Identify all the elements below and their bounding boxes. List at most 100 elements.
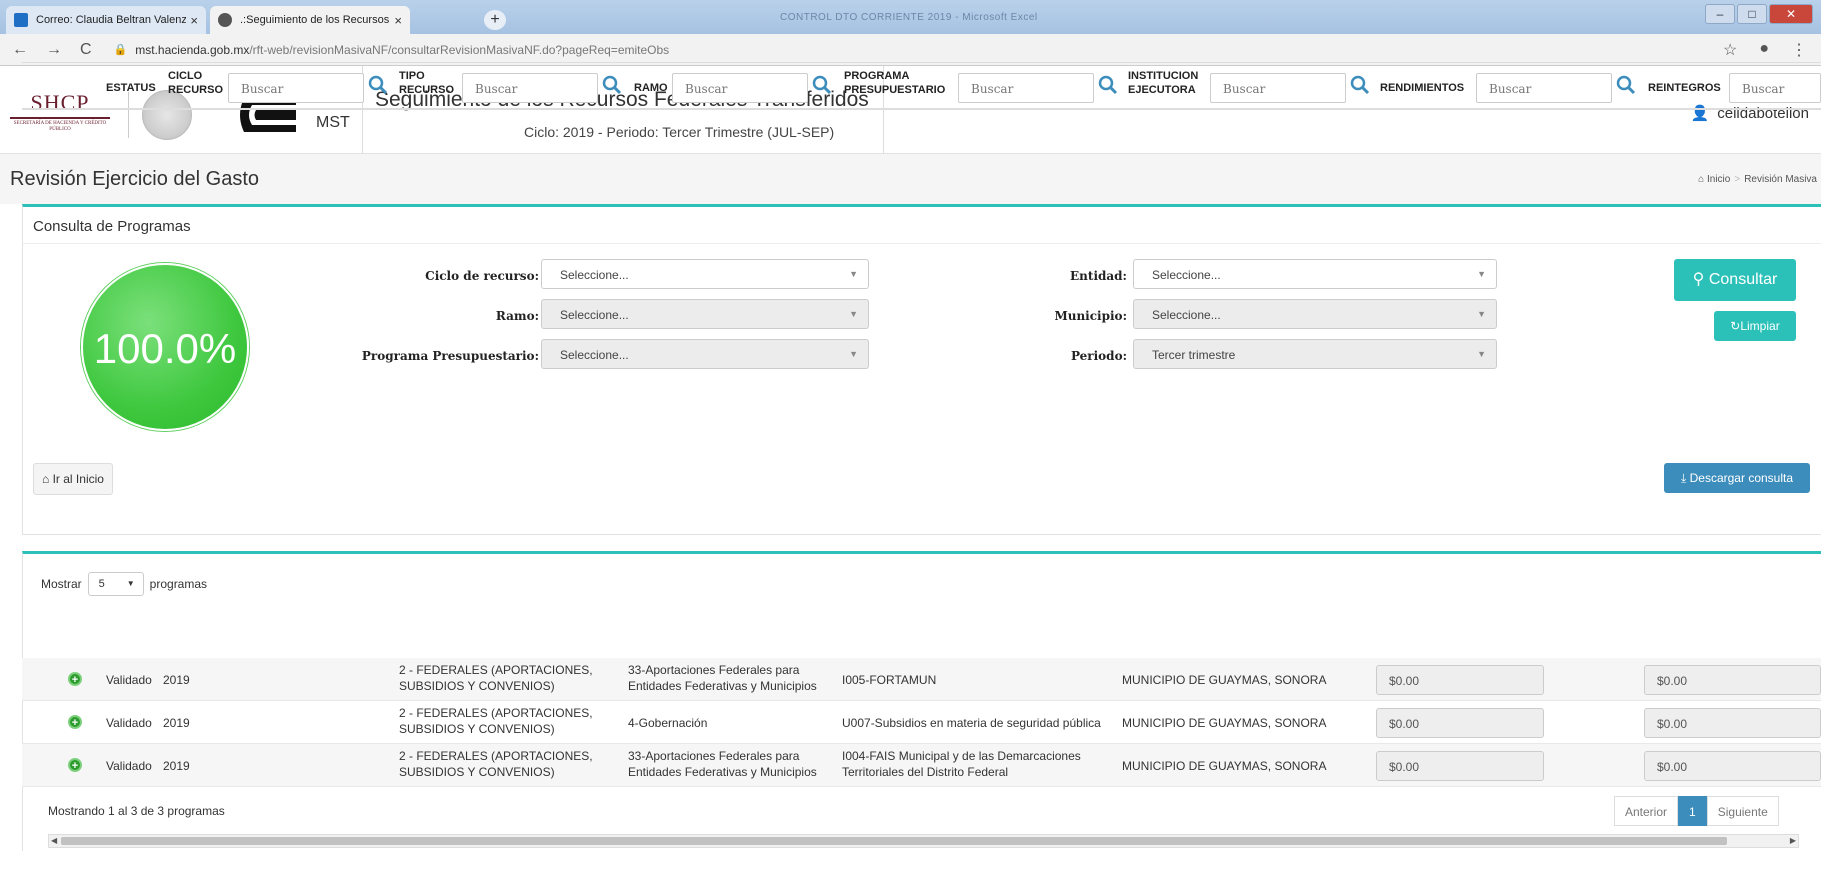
pager-next[interactable]: Siguiente bbox=[1706, 796, 1779, 826]
close-window-icon[interactable]: ✕ bbox=[1769, 4, 1813, 24]
rendimientos-input[interactable]: $0.00 bbox=[1376, 665, 1544, 695]
header-ramo[interactable]: RAMO bbox=[634, 81, 668, 95]
chevron-down-icon: ▼ bbox=[1477, 349, 1486, 359]
ramo-select[interactable]: Seleccione... ▼ bbox=[541, 299, 869, 329]
scroll-right-icon[interactable]: ▶ bbox=[1790, 835, 1796, 847]
search-icon[interactable] bbox=[602, 75, 622, 95]
pager-prev[interactable]: Anterior bbox=[1614, 796, 1679, 826]
cell-ramo-line1: 33-Aportaciones Federales para bbox=[628, 749, 800, 763]
close-icon[interactable]: × bbox=[190, 13, 198, 28]
cell-institucion: MUNICIPIO DE GUAYMAS, SONORA bbox=[1122, 716, 1327, 730]
programa-select[interactable]: Seleccione... ▼ bbox=[541, 339, 869, 369]
cell-tipo-line2: SUBSIDIOS Y CONVENIOS) bbox=[399, 679, 555, 693]
cell-ramo: 33-Aportaciones Federales para Entidades … bbox=[628, 748, 817, 780]
cell-programa-line1: I004-FAIS Municipal y de las Demarcacion… bbox=[842, 749, 1081, 763]
star-icon[interactable]: ☆ bbox=[1723, 40, 1737, 60]
descargar-button[interactable]: ⤓ Descargar consulta bbox=[1664, 463, 1810, 493]
header-reintegros[interactable]: REINTEGROS bbox=[1648, 81, 1721, 95]
page-size-select[interactable]: 5 ▼ bbox=[87, 572, 144, 596]
institucion-search-input[interactable]: Buscar bbox=[1210, 73, 1346, 103]
cell-ramo: 4-Gobernación bbox=[628, 716, 708, 730]
page-title: Revisión Ejercicio del Gasto bbox=[10, 168, 259, 190]
page-size-value: 5 bbox=[98, 578, 105, 590]
tab-seguimiento[interactable]: .:Seguimiento de los Recursos Fe × bbox=[210, 6, 410, 34]
table-info: Mostrando 1 al 3 de 3 programas bbox=[48, 804, 225, 818]
header-estatus[interactable]: ESTATUS bbox=[106, 81, 156, 95]
tab-title: .:Seguimiento de los Recursos Fe bbox=[240, 14, 390, 26]
download-icon: ⤓ bbox=[1680, 471, 1687, 485]
search-icon[interactable] bbox=[1098, 75, 1118, 95]
programas-label: programas bbox=[149, 577, 208, 591]
header-institucion[interactable]: INSTITUCION EJECUTORA bbox=[1128, 69, 1198, 97]
rendimientos-search-input[interactable]: Buscar bbox=[1476, 73, 1612, 103]
rendimientos-input[interactable]: $0.00 bbox=[1376, 751, 1544, 781]
cell-ramo-line2: Entidades Federativas y Municipios bbox=[628, 765, 817, 779]
tab-correo[interactable]: Correo: Claudia Beltran Valenzue × bbox=[6, 6, 206, 34]
cell-institucion: MUNICIPIO DE GUAYMAS, SONORA bbox=[1122, 673, 1327, 687]
ramo-search-input[interactable]: Buscar bbox=[672, 73, 808, 103]
rendimientos-input[interactable]: $0.00 bbox=[1376, 708, 1544, 738]
cell-programa: I004-FAIS Municipal y de las Demarcacion… bbox=[842, 748, 1081, 780]
reintegros-search-input[interactable]: Buscar bbox=[1729, 73, 1821, 103]
scroll-left-icon[interactable]: ◀ bbox=[51, 835, 57, 847]
search-icon[interactable] bbox=[1350, 75, 1370, 95]
search-icon[interactable] bbox=[812, 75, 832, 95]
ir-inicio-button[interactable]: ⌂ Ir al Inicio bbox=[33, 463, 113, 495]
horizontal-scrollbar[interactable]: ◀ ▶ bbox=[48, 834, 1799, 848]
lock-icon[interactable]: 🔒 bbox=[114, 43, 128, 56]
search-icon[interactable] bbox=[1616, 75, 1636, 95]
ramo-label: Ramo: bbox=[495, 309, 539, 323]
cell-institucion: MUNICIPIO DE GUAYMAS, SONORA bbox=[1122, 759, 1327, 773]
cell-ciclo: 2019 bbox=[163, 759, 190, 773]
menu-icon[interactable]: ⋮ bbox=[1791, 40, 1807, 60]
cell-estatus: Validado bbox=[106, 759, 152, 773]
browser-tab-bar: Correo: Claudia Beltran Valenzue × .:Seg… bbox=[0, 0, 1821, 34]
programa-search-input[interactable]: Buscar bbox=[958, 73, 1094, 103]
back-icon[interactable]: ← bbox=[12, 41, 28, 59]
header-programa[interactable]: PROGRAMA PRESUPUESTARIO bbox=[844, 69, 945, 97]
shcp-logo-subtext: SECRETARÍA DE HACIENDA Y CRÉDITO PÚBLICO bbox=[13, 121, 107, 132]
forward-icon[interactable]: → bbox=[46, 41, 62, 59]
close-icon[interactable]: × bbox=[394, 13, 402, 28]
limpiar-button[interactable]: ↻Limpiar bbox=[1714, 311, 1796, 341]
header-rendimientos[interactable]: RENDIMIENTOS bbox=[1380, 81, 1464, 95]
window-title: CONTROL DTO CORRIENTE 2019 - Microsoft E… bbox=[780, 12, 1038, 23]
header-ciclo[interactable]: CICLO RECURSO bbox=[168, 69, 223, 97]
expand-icon[interactable]: + bbox=[68, 672, 82, 686]
cell-programa: I005-FORTAMUN bbox=[842, 673, 937, 687]
chevron-down-icon: ▼ bbox=[849, 309, 858, 319]
maximize-icon[interactable]: □ bbox=[1737, 4, 1767, 24]
ciclo-select[interactable]: Seleccione... ▼ bbox=[541, 259, 869, 289]
reintegros-input[interactable]: $0.00 bbox=[1644, 751, 1821, 781]
entidad-select[interactable]: Seleccione... ▼ bbox=[1133, 259, 1497, 289]
header-ciclo-line2: RECURSO bbox=[168, 84, 224, 96]
url-field[interactable]: mst.hacienda.gob.mx/rft-web/revisionMasi… bbox=[135, 43, 669, 57]
home-icon: ⌂ bbox=[42, 472, 50, 486]
minimize-icon[interactable]: – bbox=[1705, 4, 1735, 24]
expand-icon[interactable]: + bbox=[68, 715, 82, 729]
periodo-select[interactable]: Tercer trimestre ▼ bbox=[1133, 339, 1497, 369]
consulta-panel: Consulta de Programas 100.0% Ciclo de re… bbox=[22, 204, 1821, 535]
search-icon[interactable] bbox=[368, 75, 388, 95]
cell-estatus: Validado bbox=[106, 716, 152, 730]
consultar-button[interactable]: ⚲ Consultar bbox=[1674, 259, 1796, 301]
pager-page-1[interactable]: 1 bbox=[1678, 796, 1707, 826]
chevron-down-icon: ▼ bbox=[849, 349, 858, 359]
page-title-strip: Revisión Ejercicio del Gasto ⌂ Inicio > Re… bbox=[0, 154, 1821, 204]
ciclo-search-input[interactable]: Buscar bbox=[228, 73, 364, 103]
new-tab-button[interactable]: + bbox=[484, 10, 506, 30]
breadcrumb-home[interactable]: Inicio bbox=[1707, 174, 1730, 185]
mst-label: MST bbox=[316, 114, 350, 131]
reload-icon[interactable]: C bbox=[80, 41, 92, 59]
scrollbar-thumb[interactable] bbox=[61, 837, 1727, 845]
municipio-select[interactable]: Seleccione... ▼ bbox=[1133, 299, 1497, 329]
expand-icon[interactable]: + bbox=[68, 758, 82, 772]
reintegros-input[interactable]: $0.00 bbox=[1644, 708, 1821, 738]
breadcrumb-current: Revisión Masiva bbox=[1744, 174, 1817, 185]
header-tipo[interactable]: TIPO RECURSO bbox=[399, 69, 454, 97]
tipo-search-input[interactable]: Buscar bbox=[462, 73, 598, 103]
reintegros-input[interactable]: $0.00 bbox=[1644, 665, 1821, 695]
page-size-control: Mostrar 5 ▼ programas bbox=[41, 572, 207, 596]
tab-title: Correo: Claudia Beltran Valenzue bbox=[36, 14, 186, 26]
account-icon[interactable]: ● bbox=[1759, 40, 1769, 60]
